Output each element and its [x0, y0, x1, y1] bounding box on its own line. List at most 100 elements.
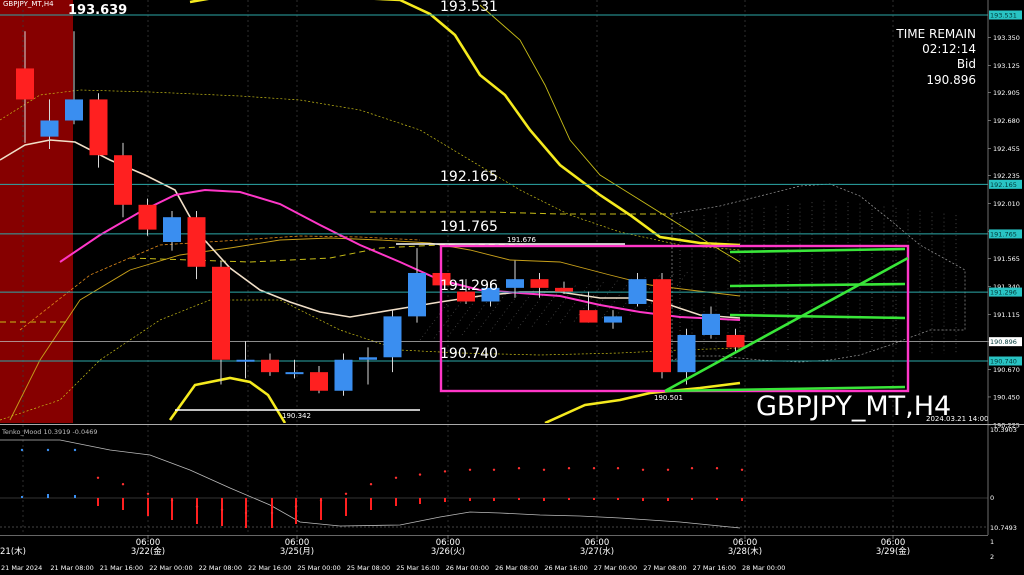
osc-dot-9 [244, 511, 248, 515]
candle-body-11 [285, 372, 304, 375]
date-tick-3: 22 Mar 00:00 [149, 564, 192, 572]
osc-dot-17 [443, 470, 447, 473]
osc-bar-2 [74, 495, 76, 498]
osc-bar-3 [97, 498, 99, 506]
osc-dot-15 [394, 476, 398, 479]
candle-body-6 [163, 217, 181, 242]
candle-body-21 [530, 279, 549, 288]
osc-axis-tick-1: 1 [990, 538, 994, 546]
candle-body-27 [677, 334, 696, 373]
candle-body-24 [604, 316, 622, 323]
first-session-date: 21(木) [0, 546, 26, 557]
osc-dot-12 [319, 499, 323, 502]
osc-bar-25 [642, 498, 644, 501]
osc-bar-16 [419, 498, 421, 504]
osc-bar-20 [518, 498, 520, 500]
price-tick-label-4: 192.455 [993, 145, 1020, 153]
osc-dot-24 [616, 467, 620, 470]
candle-body-16 [408, 272, 426, 317]
low2-annotation: 190.342 [282, 412, 311, 420]
osc-bar-22 [568, 498, 570, 500]
price-tag-text-3: 191.296 [990, 289, 1017, 297]
osc-axis-tick-2: 2 [990, 553, 994, 561]
date-tick-0: 21 Mar 2024 [1, 564, 42, 572]
osc-bottom-value: 10.7493 [990, 524, 1017, 532]
date-tick-13: 27 Mar 08:00 [643, 564, 686, 572]
candle-body-3 [89, 99, 108, 156]
osc-dot-19 [492, 468, 496, 471]
candle-body-29 [726, 334, 745, 348]
candle-body-8 [212, 266, 230, 360]
candle-body-22 [555, 287, 573, 292]
highlight-session-shade [0, 0, 73, 423]
date-tick-9: 26 Mar 00:00 [446, 564, 489, 572]
price-tick-label-10: 191.115 [993, 311, 1020, 319]
price-tag-text-1: 192.165 [990, 181, 1017, 189]
candle-body-13 [334, 359, 353, 391]
osc-bar-21 [543, 498, 545, 501]
session-date-2: 3/26(火) [431, 547, 465, 557]
date-tick-4: 22 Mar 08:00 [199, 564, 242, 572]
osc-bar-19 [493, 498, 495, 501]
osc-bar-15 [395, 498, 397, 506]
level-label-3: 191.765 [440, 219, 498, 235]
watermark-timestamp: 2024.03.21 14:00 [926, 415, 988, 423]
osc-bar-13 [345, 498, 347, 516]
osc-dot-13 [344, 492, 348, 495]
candle-body-12 [310, 372, 328, 391]
date-tick-14: 27 Mar 16:00 [693, 564, 736, 572]
candle-body-4 [114, 155, 132, 205]
candle-body-0 [16, 68, 34, 100]
session-date-5: 3/29(金) [876, 546, 910, 557]
oscillator-label: Tenko_Mood 10.3919 -0.0469 [1, 428, 98, 436]
candle-body-5 [138, 204, 157, 230]
price-tag-text-5: 190.740 [990, 358, 1017, 366]
date-tick-5: 22 Mar 16:00 [248, 564, 291, 572]
osc-bar-23 [593, 498, 595, 500]
osc-bar-11 [295, 498, 297, 524]
osc-dot-14 [369, 483, 373, 486]
candle-body-28 [702, 313, 720, 335]
date-tick-6: 25 Mar 00:00 [297, 564, 340, 572]
osc-dot-28 [715, 467, 719, 470]
price-tick-label-12: 190.670 [993, 366, 1020, 374]
session-date-0: 3/22(金) [131, 546, 165, 557]
osc-dot-26 [666, 468, 670, 471]
candle-body-2 [65, 99, 83, 121]
osc-dot-1 [46, 448, 50, 452]
osc-dot-23 [592, 467, 596, 470]
osc-bar-7 [196, 498, 198, 524]
bid-value: 190.896 [926, 73, 976, 87]
price-tick-label-6: 192.010 [993, 200, 1020, 208]
price-tick-label-0: 193.350 [993, 34, 1020, 42]
candle-body-7 [187, 217, 206, 267]
osc-dot-21 [542, 468, 546, 471]
price-tick-label-2: 192.905 [993, 89, 1020, 97]
level-label-4: 191.296 [440, 278, 498, 294]
price-tick-label-3: 192.680 [993, 117, 1020, 125]
osc-bar-26 [667, 498, 669, 501]
price-chart[interactable]: 193.531 192.165 191.765 191.296 190.740 … [0, 0, 1024, 575]
date-tick-1: 21 Mar 08:00 [50, 564, 93, 572]
watermark-symbol: GBPJPY_MT,H4 [756, 391, 951, 422]
candle-body-14 [359, 357, 377, 360]
osc-bar-28 [716, 498, 718, 500]
price-tick-label-13: 190.450 [993, 393, 1020, 401]
level-label-2: 192.165 [440, 169, 498, 185]
date-tick-11: 26 Mar 16:00 [544, 564, 587, 572]
date-tick-15: 28 Mar 00:00 [742, 564, 785, 572]
date-tick-7: 25 Mar 08:00 [347, 564, 390, 572]
candle-body-20 [506, 279, 524, 288]
candle-body-9 [236, 359, 255, 362]
osc-dot-29 [740, 468, 744, 471]
osc-bar-24 [617, 498, 619, 500]
date-tick-10: 26 Mar 08:00 [495, 564, 538, 572]
candle-body-10 [261, 359, 279, 373]
bid-label: Bid [957, 57, 976, 71]
osc-dot-0 [20, 448, 24, 452]
osc-dot-6 [170, 499, 174, 502]
candle-body-25 [628, 279, 647, 304]
price-tag-text-2: 191.765 [990, 230, 1017, 238]
candle-body-1 [40, 120, 59, 137]
osc-dot-2 [73, 448, 77, 452]
